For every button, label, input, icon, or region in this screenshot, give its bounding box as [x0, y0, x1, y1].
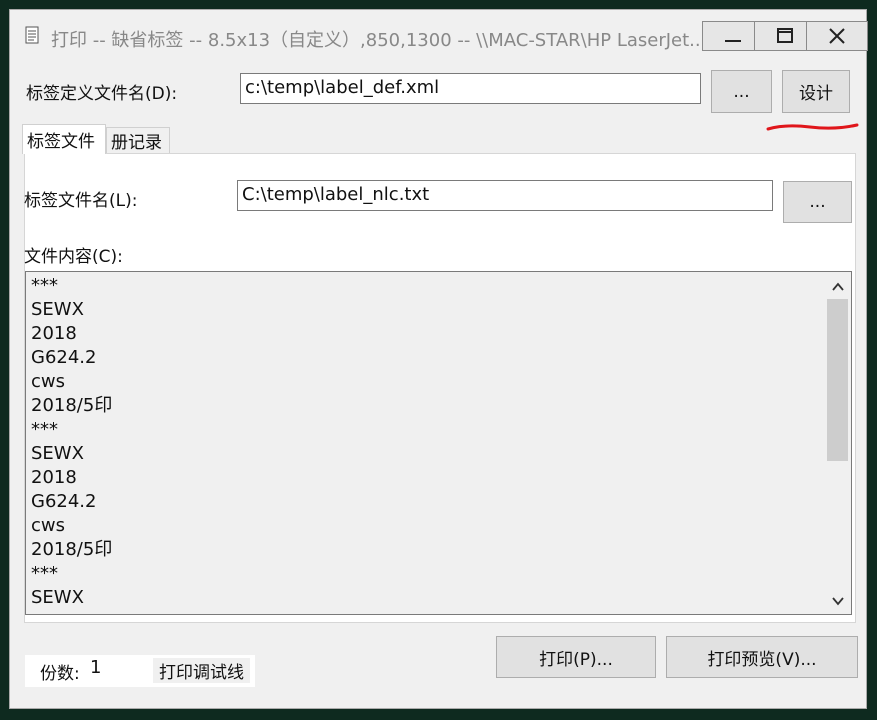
vertical-scrollbar[interactable]: [825, 272, 851, 614]
tab-label-file[interactable]: 标签文件: [22, 124, 106, 154]
tab-records[interactable]: 册记录: [106, 127, 170, 154]
content-line: cws: [31, 515, 65, 536]
file-content-textarea[interactable]: *** SEWX 2018 G624.2 cws 2018/5印 *** SEWX 2018 G6…: [25, 271, 852, 615]
close-button[interactable]: [806, 21, 868, 51]
copies-input[interactable]: 1: [86, 655, 146, 685]
content-line: SEWX: [31, 443, 84, 464]
content-label: 文件内容(C):: [24, 247, 123, 267]
label-file-browse-button[interactable]: ...: [783, 181, 852, 223]
content-line: G624.2: [31, 491, 97, 512]
title-bar: 打印 -- 缺省标签 -- 8.5x13（自定义）,850,1300 -- \\…: [10, 10, 868, 60]
red-underline-annotation: [766, 123, 859, 131]
copies-label: 份数:: [40, 664, 80, 684]
label-def-browse-button[interactable]: ...: [711, 70, 772, 113]
copies-group: 份数: 1 打印调试线: [25, 655, 255, 687]
label-file-input[interactable]: C:\temp\label_nlc.txt: [237, 180, 773, 211]
close-icon: [829, 28, 845, 44]
debug-lines-checkbox-label[interactable]: 打印调试线: [153, 658, 250, 683]
content-line: ***: [31, 275, 58, 296]
content-line: G624.2: [31, 347, 97, 368]
content-line: ***: [31, 419, 58, 440]
content-line: 2018: [31, 323, 77, 344]
content-line: 2018/5印: [31, 539, 113, 560]
content-line: SEWX: [31, 587, 84, 608]
scroll-down-icon[interactable]: [831, 594, 845, 608]
content-line: 2018: [31, 467, 77, 488]
content-line: SEWX: [31, 299, 84, 320]
label-file-label: 标签文件名(L):: [24, 191, 138, 211]
scrollbar-thumb[interactable]: [827, 299, 848, 461]
document-icon: [25, 26, 39, 44]
print-button[interactable]: 打印(P)...: [496, 636, 656, 678]
window-title: 打印 -- 缺省标签 -- 8.5x13（自定义）,850,1300 -- \\…: [51, 30, 701, 51]
content-line: cws: [31, 371, 65, 392]
design-button[interactable]: 设计: [782, 70, 850, 113]
content-line: 2018/5印: [31, 395, 113, 416]
label-def-input[interactable]: c:\temp\label_def.xml: [240, 73, 701, 104]
label-def-label: 标签定义文件名(D):: [26, 84, 178, 104]
scroll-up-icon[interactable]: [831, 280, 845, 294]
print-preview-button[interactable]: 打印预览(V)...: [666, 636, 858, 678]
content-lines: *** SEWX 2018 G624.2 cws 2018/5印 *** SEWX 2018 G6…: [31, 274, 821, 610]
content-line: ***: [31, 563, 58, 584]
print-dialog: 打印 -- 缺省标签 -- 8.5x13（自定义）,850,1300 -- \\…: [9, 9, 868, 709]
